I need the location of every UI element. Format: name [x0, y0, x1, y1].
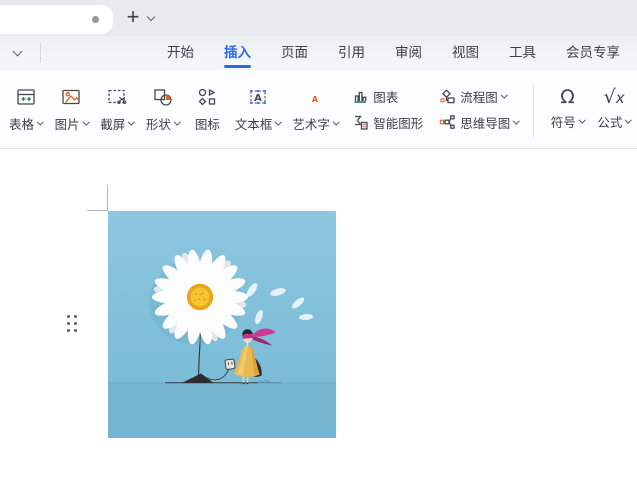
insert-symbol-button[interactable]: Ω 符号: [546, 84, 590, 131]
insert-ribbon: 表格 图片 截屏 形状 图标 A 文本框 A A 艺术字 图表 智能图形 流程图…: [0, 70, 637, 149]
collapse-ribbon-chevron-down-icon[interactable]: [12, 46, 23, 57]
chevron-down-icon: [500, 91, 508, 98]
new-tab-button[interactable]: +: [121, 3, 145, 33]
tab-member-exclusive[interactable]: 会员专享: [566, 36, 620, 70]
chevron-down-icon: [128, 118, 135, 126]
table-icon: [15, 84, 37, 110]
tab-list-chevron-down-icon[interactable]: [146, 12, 156, 22]
insert-textbox-button[interactable]: A 文本框: [229, 84, 287, 133]
screenshot-button[interactable]: 截屏: [94, 84, 140, 133]
object-drag-handle-icon[interactable]: [67, 315, 77, 332]
insert-picture-button[interactable]: 图片: [49, 84, 95, 133]
button-label: 智能图形: [373, 116, 424, 131]
insert-wordart-button[interactable]: A A 艺术字: [287, 84, 345, 133]
formula-icon: √x: [603, 86, 625, 108]
chevron-down-icon: [275, 118, 282, 126]
button-label: 思维导图: [460, 116, 511, 131]
button-label: 符号: [550, 116, 576, 130]
document-tab-bar: +: [0, 0, 637, 36]
word-art-icon: A A: [304, 84, 326, 110]
insert-shapes-button[interactable]: 形状: [140, 84, 186, 133]
tab-page[interactable]: 页面: [281, 36, 308, 70]
insert-icons-button[interactable]: 图标: [186, 84, 230, 133]
chevron-down-icon: [625, 116, 632, 124]
page-margin-corner-mark: [87, 210, 108, 211]
svg-text:A: A: [312, 95, 319, 104]
button-label: 流程图: [460, 90, 498, 105]
tab-insert[interactable]: 插入: [224, 36, 251, 70]
button-label: 图表: [373, 90, 399, 105]
insert-smartart-button[interactable]: 智能图形: [352, 111, 423, 133]
tab-tools[interactable]: 工具: [509, 36, 536, 70]
smart-art-icon: [355, 115, 368, 130]
inline-image-daisy-girl[interactable]: [108, 211, 336, 438]
ribbon-group-divider: [532, 85, 534, 137]
button-label: 文本框: [234, 118, 273, 132]
insert-chart-button[interactable]: 图表: [352, 85, 423, 107]
button-label: 图标: [194, 118, 220, 132]
insert-table-button[interactable]: 表格: [3, 84, 49, 133]
insert-mindmap-button[interactable]: 思维导图: [439, 111, 520, 133]
chart-icon: [354, 91, 367, 103]
button-label: 截屏: [100, 118, 126, 132]
screenshot-icon: [106, 84, 128, 110]
insert-flowchart-button[interactable]: 流程图: [439, 85, 519, 107]
text-box-icon: A: [247, 84, 269, 110]
chevron-down-icon: [578, 116, 586, 124]
button-label: 图片: [54, 118, 80, 132]
document-page[interactable]: [0, 149, 637, 502]
omega-icon: Ω: [560, 86, 575, 108]
button-label: 公式: [597, 116, 623, 130]
picture-icon: [60, 84, 82, 110]
chevron-down-icon: [37, 118, 44, 126]
shapes-icon: [152, 84, 174, 110]
flowchart-icon: [440, 89, 455, 104]
tab-view[interactable]: 视图: [452, 36, 479, 70]
insert-formula-button[interactable]: √x 公式: [591, 84, 637, 131]
chevron-down-icon: [333, 118, 340, 126]
menu-bar: 开始 插入 页面 引用 审阅 视图 工具 会员专享: [0, 36, 637, 70]
chevron-down-icon: [513, 117, 520, 124]
button-label: 表格: [9, 118, 35, 132]
tab-reference[interactable]: 引用: [338, 36, 365, 70]
chevron-down-icon: [82, 118, 90, 126]
icon-library-icon: [196, 84, 218, 110]
menu-divider: [40, 43, 41, 63]
page-margin-corner-mark: [107, 185, 108, 210]
menu-tabs: 开始 插入 页面 引用 审阅 视图 工具 会员专享: [167, 36, 620, 70]
tab-home[interactable]: 开始: [167, 36, 194, 70]
chevron-down-icon: [174, 118, 181, 126]
button-label: 形状: [145, 118, 171, 132]
button-label: 艺术字: [292, 118, 330, 132]
wps-writer-window: + 开始 插入 页面 引用 审阅 视图 工具 会员专享 表格 图片 截屏 形状 …: [0, 0, 637, 502]
tab-review[interactable]: 审阅: [395, 36, 422, 70]
document-tab[interactable]: [0, 5, 113, 34]
unsaved-indicator-dot-icon: [92, 16, 99, 23]
mind-map-icon: [440, 115, 455, 129]
